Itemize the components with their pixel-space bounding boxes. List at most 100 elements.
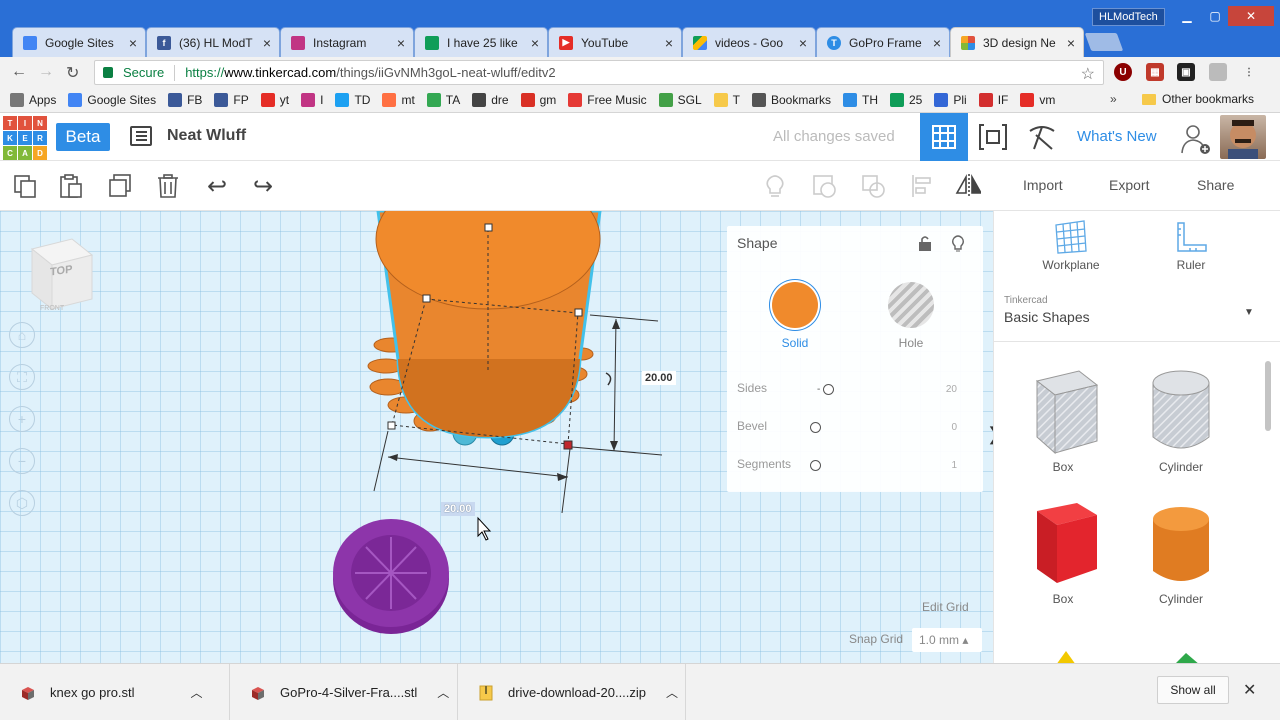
bookmark-item[interactable]: T [713, 93, 740, 107]
bookmark-item[interactable]: Free Music [568, 93, 647, 107]
tab-3d-design[interactable]: 3D design Ne × [950, 27, 1084, 58]
tab-facebook[interactable]: f (36) HL ModT × [146, 27, 280, 57]
width-dimension-input[interactable]: 20.00 [441, 502, 475, 516]
ruler-tool[interactable]: Ruler [1151, 219, 1231, 272]
address-bar[interactable]: Secure https://www.tinkercad.com/things/… [94, 60, 1104, 85]
other-bookmarks[interactable]: Other bookmarks [1142, 92, 1254, 106]
export-button[interactable]: Export [1109, 177, 1149, 193]
library-scrollbar[interactable] [1264, 351, 1272, 663]
design-title[interactable]: Neat Wluff [167, 127, 246, 145]
edit-grid-button[interactable]: Edit Grid [922, 600, 969, 614]
tab-youtube[interactable]: ▶ YouTube × [548, 27, 682, 57]
bookmark-item[interactable]: TA [426, 93, 460, 107]
library-select[interactable]: Basic Shapes [1004, 309, 1090, 325]
extension-icon[interactable] [1209, 63, 1227, 81]
codeblocks-button[interactable] [969, 113, 1017, 161]
lock-icon[interactable] [918, 235, 932, 255]
align-icon[interactable] [909, 173, 935, 199]
tab-close-icon[interactable]: × [129, 35, 137, 51]
tab-gopro-frame[interactable]: T GoPro Frame × [816, 27, 950, 57]
bookmark-item[interactable]: mt [382, 93, 415, 107]
tab-close-icon[interactable]: × [933, 35, 941, 51]
bookmark-item[interactable]: IF [978, 93, 1008, 107]
group-icon[interactable] [811, 173, 837, 199]
bookmark-item[interactable]: Google Sites [68, 93, 156, 107]
redo-icon[interactable]: ↪ [250, 173, 276, 200]
bookmark-item[interactable]: SGL [658, 93, 702, 107]
sides-slider[interactable] [823, 384, 834, 395]
height-dimension[interactable]: 20.00 [642, 371, 676, 385]
new-tab-button[interactable] [1084, 33, 1124, 51]
tab-close-icon[interactable]: × [1067, 35, 1075, 51]
hole-option[interactable]: Hole [881, 282, 941, 350]
lightbulb-icon[interactable] [950, 234, 966, 256]
bookmark-item[interactable]: TD [335, 93, 370, 107]
show-all-button[interactable]: Show all [1157, 676, 1229, 704]
copy-icon[interactable] [12, 173, 38, 199]
paste-icon[interactable] [58, 173, 84, 199]
ungroup-icon[interactable] [860, 173, 886, 199]
chevron-up-icon[interactable]: ︿ [191, 684, 203, 701]
sides-value[interactable]: 20 [946, 384, 957, 395]
shape-box-hole[interactable]: Box [1013, 367, 1113, 474]
tab-close-icon[interactable]: × [397, 35, 405, 51]
import-button[interactable]: Import [1023, 177, 1063, 193]
extension-icon[interactable]: ▦ [1146, 63, 1164, 81]
download-item[interactable]: drive-download-20....zip ︿ [458, 664, 686, 720]
back-arrow-icon[interactable]: ← [11, 63, 27, 81]
tab-sheets[interactable]: I have 25 like × [414, 27, 548, 57]
tab-instagram[interactable]: Instagram × [280, 27, 414, 57]
bookmark-item[interactable]: dre [472, 93, 509, 107]
undo-icon[interactable]: ↩ [204, 173, 230, 200]
bookmark-item[interactable]: 25 [890, 93, 922, 107]
download-item[interactable]: knex go pro.stl ︿ [0, 664, 230, 720]
beta-badge[interactable]: Beta [56, 123, 110, 151]
extension-icon[interactable]: ▣ [1177, 63, 1195, 81]
window-close-icon[interactable]: ✕ [1228, 6, 1274, 26]
bookmarks-more[interactable]: » [1110, 92, 1117, 106]
chevron-up-icon[interactable]: ︿ [666, 684, 678, 701]
bookmark-item[interactable]: gm [520, 93, 556, 107]
chrome-menu-icon[interactable]: ⋮ [1240, 63, 1258, 81]
mirror-icon[interactable] [955, 173, 981, 199]
chevron-down-icon[interactable]: ▼ [1244, 307, 1254, 318]
maximize-icon[interactable]: ▢ [1202, 6, 1228, 26]
tab-drive[interactable]: videos - Goo × [682, 27, 816, 57]
bookmark-item[interactable]: Apps [10, 93, 56, 107]
whats-new-link[interactable]: What's New [1077, 128, 1157, 145]
bookmark-item[interactable]: yt [260, 93, 289, 107]
tab-close-icon[interactable]: × [799, 35, 807, 51]
bookmark-item[interactable]: vm [1020, 93, 1055, 107]
bookmark-item[interactable]: Bookmarks [751, 93, 831, 107]
bevel-value[interactable]: 0 [951, 422, 957, 433]
tinkercad-logo[interactable]: TIN KER CAD [3, 116, 47, 160]
ublock-icon[interactable]: U [1114, 63, 1132, 81]
shape-cylinder-hole[interactable]: Cylinder [1131, 367, 1231, 474]
tab-close-icon[interactable]: × [665, 35, 673, 51]
user-add-icon[interactable] [1180, 123, 1210, 155]
lightbulb-icon[interactable] [762, 173, 788, 199]
shape-box[interactable]: Box [1013, 499, 1113, 606]
bookmark-item[interactable]: I [301, 93, 323, 107]
bookmark-item[interactable]: FB [168, 93, 202, 107]
tab-google-sites[interactable]: Google Sites × [12, 27, 146, 57]
chevron-up-icon[interactable]: ︿ [437, 684, 449, 701]
trash-icon[interactable] [155, 173, 181, 199]
solid-option[interactable]: Solid [765, 282, 825, 350]
design-menu-icon[interactable] [130, 126, 152, 146]
tab-close-icon[interactable]: × [263, 35, 271, 51]
3d-view-button[interactable] [920, 113, 968, 161]
profile-badge[interactable]: HLModTech [1092, 8, 1165, 26]
workplane-tool[interactable]: Workplane [1031, 219, 1111, 272]
avatar[interactable] [1220, 115, 1266, 159]
share-button[interactable]: Share [1197, 177, 1234, 193]
bookmark-star-icon[interactable]: ☆ [1081, 64, 1095, 84]
download-item[interactable]: GoPro-4-Silver-Fra....stl ︿ [230, 664, 458, 720]
bookmark-item[interactable]: TH [843, 93, 878, 107]
tab-close-icon[interactable]: × [531, 35, 539, 51]
snap-grid-select[interactable]: 1.0 mm ▴ [912, 628, 982, 652]
bookmark-item[interactable]: FP [214, 93, 249, 107]
bookmark-item[interactable]: Pli [934, 93, 967, 107]
minimize-icon[interactable]: ▁ [1172, 6, 1202, 26]
close-icon[interactable]: ✕ [1243, 680, 1256, 700]
